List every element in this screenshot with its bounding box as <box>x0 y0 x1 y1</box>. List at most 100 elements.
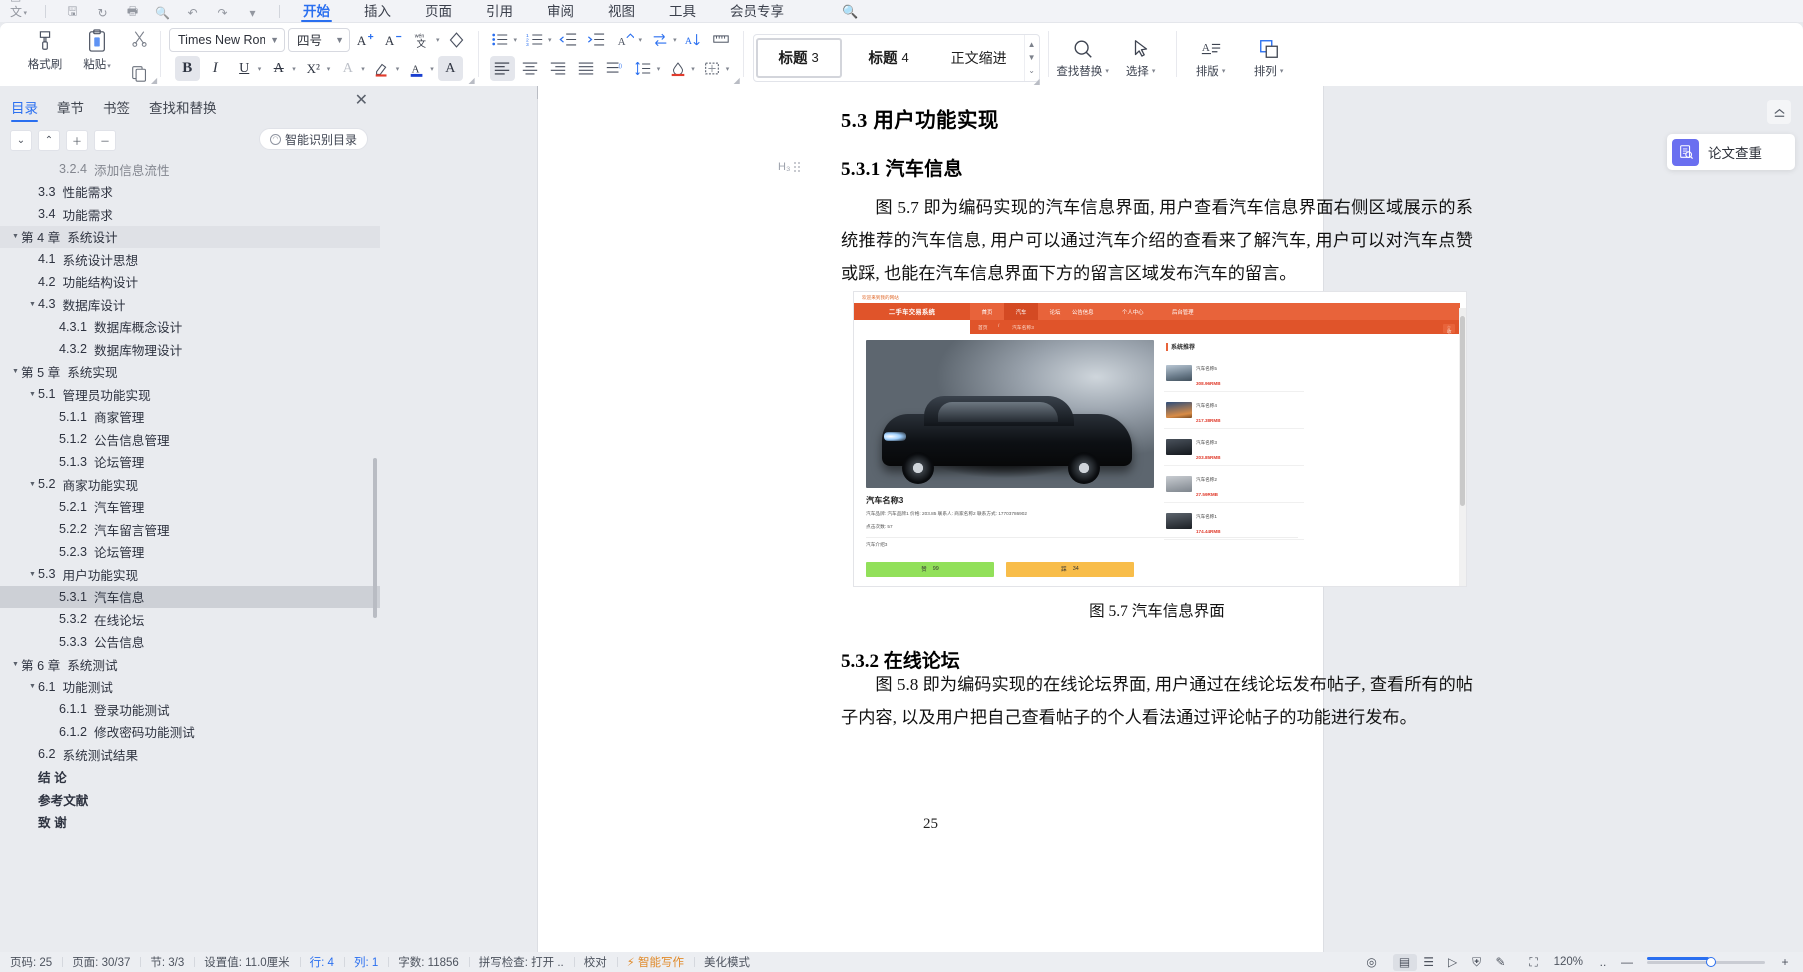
align-center-button[interactable] <box>518 56 543 81</box>
toc-item-4-2[interactable]: ▼4.2 功能结构设计 <box>0 271 380 294</box>
zoom-level[interactable]: 120% <box>1546 956 1591 968</box>
nav-tab-find-replace[interactable]: 查找和替换 <box>148 94 218 124</box>
decrease-indent-button[interactable] <box>556 27 581 52</box>
collapse-icon[interactable] <box>1767 100 1791 124</box>
recommendation-item[interactable]: 汽车名称4 217.38RMB <box>1164 392 1304 429</box>
toc-item-3-2-4[interactable]: ▼3.2.4 添加信息流性 <box>0 158 380 181</box>
redo-icon[interactable]: ↷ <box>214 4 231 21</box>
status-word-count[interactable]: 字数: 11856 <box>388 954 469 970</box>
align-justify-button[interactable] <box>574 56 599 81</box>
sort-button[interactable]: A <box>681 27 706 52</box>
toc-expand-icon[interactable]: ▼ <box>10 233 21 240</box>
reading-view-icon[interactable]: ▷ <box>1441 954 1465 971</box>
toc-item-结 论[interactable]: ▼结 论 <box>0 766 380 789</box>
tab-review[interactable]: 审阅 <box>545 0 576 22</box>
tab-insert[interactable]: 插入 <box>362 0 393 22</box>
file-menu-label[interactable]: ▤ 文件 ▾ <box>10 0 27 22</box>
outline-view-icon[interactable]: ☰ <box>1417 954 1441 971</box>
status-setting[interactable]: 设置值: 11.0厘米 <box>194 954 299 970</box>
site-nav-forum[interactable]: 论坛 <box>1038 308 1072 316</box>
toc-item-4-3-2[interactable]: ▼4.3.2 数据库物理设计 <box>0 338 380 361</box>
toc-item-4-3-1[interactable]: ▼4.3.1 数据库概念设计 <box>0 316 380 339</box>
show-marks-button[interactable] <box>709 27 734 52</box>
toc-item-5-3[interactable]: ▼ 5.3 用户功能实现 <box>0 563 380 586</box>
document-area[interactable]: H₃ 5.3 用户功能实现 5.3.1 汽车信息 图 5.7 即为编码实现的汽车… <box>380 86 1803 952</box>
toc-list[interactable]: ▼3.2.4添加信息流性▼3.3性能需求▼3.4功能需求▼第 4 章系统设计▼4… <box>0 158 380 920</box>
toc-expand-icon[interactable]: ▼ <box>10 661 21 668</box>
protect-icon[interactable]: ⛨ <box>1465 954 1489 971</box>
status-smart-write[interactable]: ⚡ 智能写作 <box>616 954 694 970</box>
tab-view[interactable]: 视图 <box>606 0 637 22</box>
toc-scrollbar[interactable] <box>373 458 377 618</box>
toc-item-6-1[interactable]: ▼ 6.1 功能测试 <box>0 676 380 699</box>
char-shading-button[interactable]: A <box>437 56 463 81</box>
grow-font-button[interactable]: A <box>353 27 378 52</box>
clear-format-button[interactable] <box>444 27 469 52</box>
toc-item-5-3-3[interactable]: ▼5.3.3 公告信息 <box>0 631 380 654</box>
figure-5-7-image[interactable]: 欢迎来到我的网站 二手车交易系统 首页 汽车 论坛 公告信息 个人中心 后台管理… <box>853 291 1467 587</box>
toc-item-5-2-1[interactable]: ▼5.2.1 汽车管理 <box>0 496 380 519</box>
char-border-button[interactable]: A ▾ <box>334 56 366 81</box>
toc-item-第-4-章[interactable]: ▼ 第 4 章系统设计 <box>0 225 380 248</box>
chevron-down-icon[interactable]: ⌄ <box>10 130 32 151</box>
nav-tab-bookmarks[interactable]: 书签 <box>102 94 131 124</box>
favorite-button[interactable]: ☆ 收藏收藏 <box>1442 324 1455 356</box>
dislike-button[interactable]: 踩 34 <box>1006 561 1134 577</box>
bold-button[interactable]: B <box>174 56 200 81</box>
toc-expand-icon[interactable]: ▼ <box>27 481 38 488</box>
recommendation-item[interactable]: 汽车名称3 203.85RMB <box>1164 429 1304 466</box>
zoom-out-button[interactable]: — <box>1615 954 1639 971</box>
ribbon-search-icon[interactable]: 🔍 <box>842 4 858 22</box>
toc-expand-icon[interactable]: ▼ <box>10 368 21 375</box>
numbered-list-button[interactable]: 123 ▾ <box>521 27 553 52</box>
site-nav-home[interactable]: 首页 <box>970 308 1004 316</box>
toc-item-5-2-2[interactable]: ▼5.2.2 汽车留言管理 <box>0 518 380 541</box>
font-size-combo[interactable]: 四号 ▼ <box>288 27 350 52</box>
status-pages[interactable]: 页面: 30/37 <box>62 954 140 970</box>
text-direction-button[interactable]: ▾ <box>646 27 678 52</box>
toc-item-4-1[interactable]: ▼4.1 系统设计思想 <box>0 248 380 271</box>
zoom-in-button[interactable]: + <box>1773 954 1797 971</box>
zoom-slider[interactable] <box>1647 956 1765 967</box>
status-page-code[interactable]: 页码: 25 <box>0 954 62 970</box>
underline-button[interactable]: U ▾ <box>231 56 263 81</box>
fullscreen-icon[interactable]: ⛶ <box>1522 954 1546 971</box>
pinyin-guide-button[interactable]: wén 文 ▾ <box>409 27 441 52</box>
toc-item-第-5-章[interactable]: ▼ 第 5 章系统实现 <box>0 361 380 384</box>
status-col[interactable]: 列: 1 <box>343 954 388 970</box>
align-left-button[interactable] <box>489 56 515 81</box>
figure-scrollbar-thumb[interactable] <box>1460 316 1465 506</box>
toc-item-5-1-1[interactable]: ▼5.1.1 商家管理 <box>0 406 380 429</box>
toc-expand-icon[interactable]: ▼ <box>27 391 38 398</box>
arrange-button[interactable]: 排列 ▾ <box>1240 29 1298 79</box>
font-dialog-launcher[interactable]: ◢ <box>469 77 476 85</box>
font-family-combo[interactable]: Times New Roma ▼ <box>169 27 285 52</box>
customize-qat-icon[interactable]: ▾ <box>244 4 261 21</box>
paragraph-dialog-launcher[interactable]: ◢ <box>734 77 741 85</box>
print-icon[interactable]: 🖶 <box>124 4 141 21</box>
align-right-button[interactable] <box>546 56 571 81</box>
toc-item-5-3-1[interactable]: ▼5.3.1 汽车信息 <box>0 585 380 608</box>
nav-tab-chapters[interactable]: 章节 <box>56 94 85 124</box>
asian-layout-button[interactable]: A ▾ <box>612 27 644 52</box>
copy-icon[interactable] <box>126 62 152 86</box>
site-nav-cars[interactable]: 汽车 <box>1004 303 1038 320</box>
heading-level-marker[interactable]: H₃ <box>778 161 801 173</box>
recommendation-item[interactable]: 汽车名称5 308.96RMB <box>1164 355 1304 392</box>
italic-button[interactable]: I <box>203 56 228 81</box>
increase-indent-button[interactable] <box>584 27 609 52</box>
toc-item-5-3-2[interactable]: ▼5.3.2 在线论坛 <box>0 608 380 631</box>
toc-expand-icon[interactable]: ▼ <box>27 571 38 578</box>
toc-item-6-2[interactable]: ▼6.2 系统测试结果 <box>0 743 380 766</box>
tab-start[interactable]: 开始 <box>301 0 332 22</box>
status-row[interactable]: 行: 4 <box>299 954 344 970</box>
clipboard-dialog-launcher[interactable]: ◢ <box>151 77 158 85</box>
status-beautify[interactable]: 美化模式 <box>694 954 760 970</box>
toc-expand-icon[interactable]: ▼ <box>27 683 38 690</box>
save-icon[interactable]: 🖫 <box>64 4 81 21</box>
toc-item-3-4[interactable]: ▼3.4 功能需求 <box>0 203 380 226</box>
line-spacing-button[interactable]: ▾ <box>630 56 662 81</box>
toc-item-6-1-1[interactable]: ▼6.1.1 登录功能测试 <box>0 698 380 721</box>
chevron-up-icon[interactable]: ⌃ <box>38 130 60 151</box>
find-replace-button[interactable]: 查找替换 ▾ <box>1054 29 1112 79</box>
